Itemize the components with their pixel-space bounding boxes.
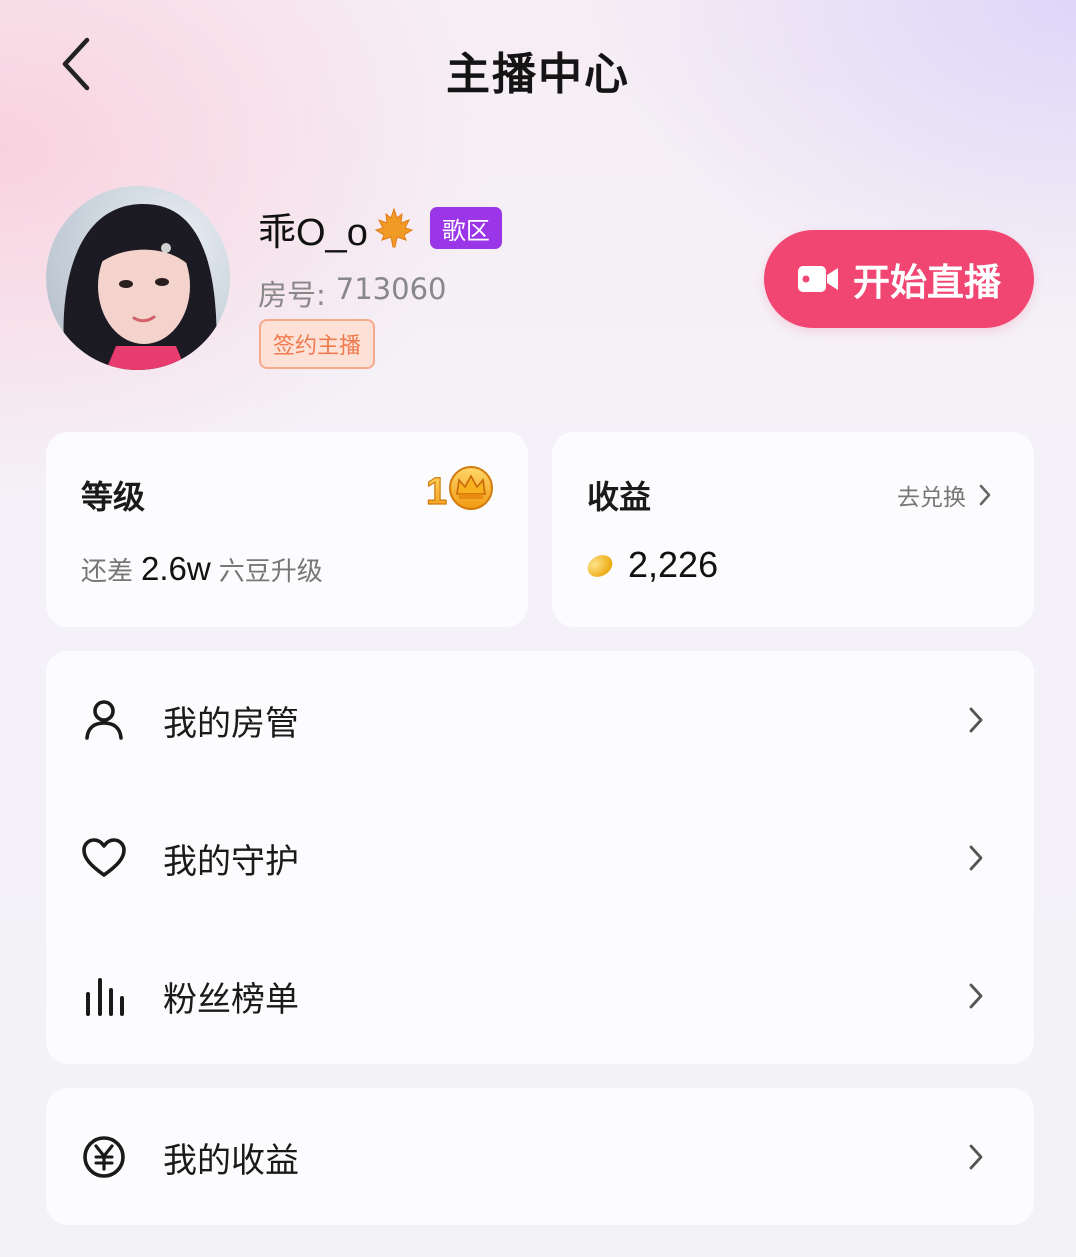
level-card[interactable]: 等级 1 还差 2.6w 六豆升级 <box>46 432 528 627</box>
gold-bean-icon <box>587 555 613 577</box>
menu-label: 粉丝榜单 <box>163 979 299 1020</box>
svg-text:1: 1 <box>426 471 447 513</box>
page-title: 主播中心 <box>446 49 630 100</box>
start-live-label: 开始直播 <box>853 261 1001 304</box>
level-suffix: 六豆升级 <box>218 557 323 587</box>
heart-icon <box>82 838 126 877</box>
username: 乖O_o <box>258 211 368 254</box>
avatar[interactable] <box>46 186 230 370</box>
level-progress-text: 还差 2.6w 六豆升级 <box>81 550 323 588</box>
income-value: 2,226 <box>628 544 719 585</box>
start-live-button[interactable]: 开始直播 <box>764 230 1034 328</box>
menu-item-guardians[interactable]: 我的守护 <box>46 789 1034 927</box>
level-title: 等级 <box>81 478 146 516</box>
level-prefix: 还差 <box>81 557 134 587</box>
income-card[interactable]: 收益 去兑换 2,226 <box>552 432 1034 627</box>
zone-badge: 歌区 <box>429 207 502 249</box>
menu-item-my-income[interactable]: 我的收益 <box>46 1088 1034 1226</box>
video-camera-icon <box>798 266 838 292</box>
income-title: 收益 <box>587 478 652 516</box>
person-icon <box>85 700 123 740</box>
signed-anchor-badge: 签约主播 <box>259 319 376 369</box>
menu-label: 我的守护 <box>163 841 299 882</box>
crown-icon: 1 <box>425 466 493 514</box>
exchange-link[interactable]: 去兑换 <box>897 478 992 512</box>
top-bar: 主播中心 <box>0 0 1076 140</box>
menu-item-room-managers[interactable]: 我的房管 <box>46 651 1034 789</box>
chevron-right-icon <box>969 983 983 1009</box>
chevron-right-icon <box>979 484 991 506</box>
level-amount: 2.6w <box>141 550 211 587</box>
room-number: 713060 <box>335 272 447 306</box>
bar-chart-icon <box>86 978 124 1016</box>
chevron-right-icon <box>969 707 983 733</box>
menu-label: 我的房管 <box>163 703 299 744</box>
income-value-row: 2,226 <box>584 544 718 586</box>
chevron-right-icon <box>969 845 983 871</box>
chevron-right-icon <box>969 1144 983 1170</box>
menu-card-income: 我的收益 <box>46 1088 1034 1225</box>
room-number-line: 房号: 713060 <box>258 272 447 314</box>
exchange-label: 去兑换 <box>897 485 966 511</box>
menu-label: 我的收益 <box>163 1140 299 1181</box>
menu-card: 我的房管 我的守护 粉丝榜单 <box>46 651 1034 1064</box>
yuan-coin-icon <box>83 1136 125 1178</box>
maple-leaf-icon <box>374 207 414 248</box>
profile-name-row: 乖O_o 歌区 <box>258 200 502 256</box>
room-label: 房号: <box>258 278 326 312</box>
menu-item-fan-ranking[interactable]: 粉丝榜单 <box>46 927 1034 1065</box>
